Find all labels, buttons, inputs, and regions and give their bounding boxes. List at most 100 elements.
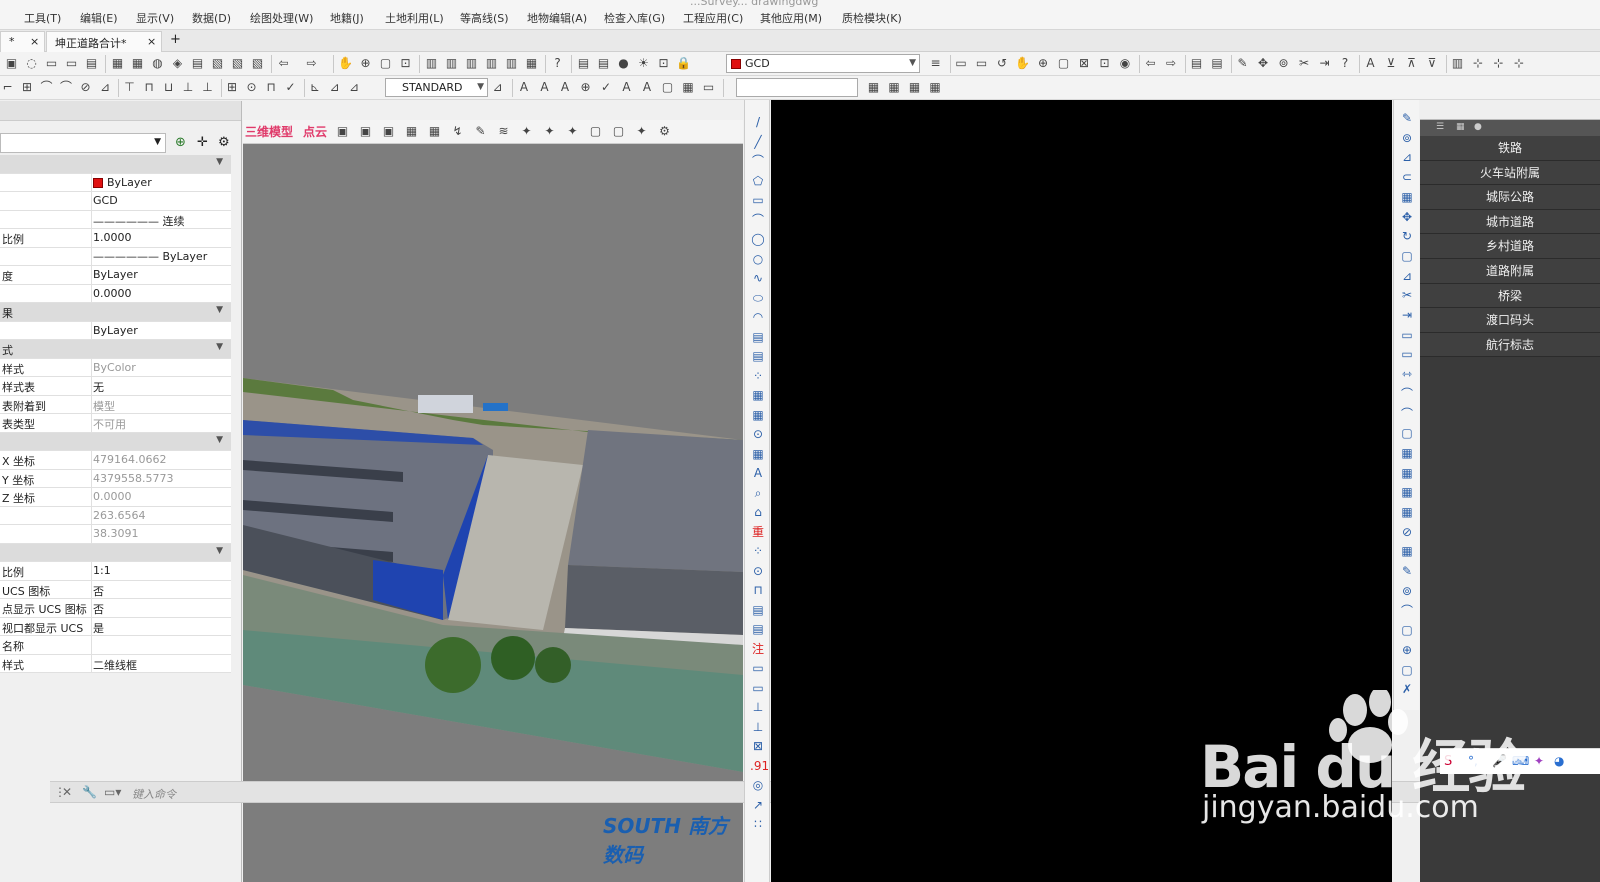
justify-icon[interactable]: A xyxy=(640,80,655,95)
category-item[interactable]: 桥梁 xyxy=(1420,283,1600,309)
property-row[interactable]: —————— 连续 xyxy=(0,210,231,229)
field-icon[interactable]: ▭ xyxy=(701,80,716,95)
property-section-header[interactable]: 式 ▼ xyxy=(0,340,231,359)
tab-previous[interactable]: * × xyxy=(0,31,45,52)
category-item[interactable]: 城际公路 xyxy=(1420,185,1600,210)
copy-icon[interactable]: ⊚ xyxy=(1399,130,1415,146)
layer-icon[interactable]: ▥ xyxy=(484,56,499,71)
selection-combo[interactable]: ▼ xyxy=(0,133,166,153)
ray-icon[interactable]: ╱ xyxy=(750,134,766,150)
circle-icon[interactable]: ◯ xyxy=(750,231,766,247)
3d-model-label[interactable]: 三维模型 xyxy=(245,123,293,140)
property-value-cell[interactable]: —————— 连续 xyxy=(93,213,229,229)
point-cloud-label[interactable]: 点云 xyxy=(303,123,327,140)
polygon-icon[interactable]: ⬠ xyxy=(750,173,766,189)
dim-aligned-icon[interactable]: ⊼ xyxy=(1404,56,1419,71)
dim-quick-icon[interactable]: ⊤ xyxy=(122,80,137,95)
snap-icon[interactable]: ⊹ xyxy=(1471,56,1486,71)
zoom-realtime-icon[interactable]: ⊕ xyxy=(358,56,373,71)
polyline-icon[interactable]: ⌒ xyxy=(750,153,766,169)
tag-icon[interactable]: ⌂ xyxy=(750,504,766,520)
menu-item[interactable]: 土地利用(L) xyxy=(385,10,444,26)
arc-icon[interactable]: ⌒ xyxy=(750,212,766,228)
select-objects-icon[interactable]: ✛ xyxy=(197,135,208,150)
menu-item[interactable]: 工程应用(C) xyxy=(683,10,743,26)
menu-item[interactable]: 检查入库(G) xyxy=(604,10,665,26)
property-row[interactable]: 比例 1.0000 xyxy=(0,229,231,248)
dim-continue-icon[interactable]: ⊔ xyxy=(161,80,176,95)
property-value-cell[interactable]: 否 xyxy=(93,601,229,617)
pan-icon[interactable]: ✋ xyxy=(338,56,353,71)
code-icon[interactable]: ⌕ xyxy=(750,485,766,501)
attribute-icon[interactable]: ▥ xyxy=(444,56,459,71)
modify-icon[interactable]: ▦ xyxy=(1399,543,1415,559)
menu-item[interactable]: 地籍(J) xyxy=(330,10,364,26)
category-item[interactable]: 航行标志 xyxy=(1420,332,1600,358)
text-style-icon[interactable]: A xyxy=(558,80,573,95)
zoom-3-icon[interactable]: ▦ xyxy=(928,80,943,95)
insert-block-icon[interactable]: ▤ xyxy=(750,329,766,345)
new-tab-button[interactable]: + xyxy=(164,31,186,52)
rotate-icon[interactable]: ⊚ xyxy=(1276,56,1291,71)
zoom-icon[interactable]: ⊕ xyxy=(1036,56,1051,71)
close-icon[interactable]: ✕ xyxy=(62,785,72,799)
dim-diameter-icon[interactable]: ⊘ xyxy=(78,80,93,95)
text-icon[interactable]: A xyxy=(1363,56,1378,71)
menu-item[interactable]: 绘图处理(W) xyxy=(250,10,313,26)
text-style-combo[interactable]: STANDARD ▼ xyxy=(385,78,488,97)
pencil-icon[interactable]: ✎ xyxy=(1399,563,1415,579)
zoom-2-icon[interactable]: ▦ xyxy=(907,80,922,95)
revcloud-icon[interactable]: ○ xyxy=(750,251,766,267)
menu-item[interactable]: 编辑(E) xyxy=(80,10,118,26)
layer-combo[interactable]: GCD ▼ xyxy=(726,54,920,73)
preview-icon[interactable]: ▦ xyxy=(130,56,145,71)
open-icon[interactable]: ▣ xyxy=(4,56,19,71)
category-item[interactable]: 火车站附属 xyxy=(1420,160,1600,186)
scale-text-icon[interactable]: A xyxy=(619,80,634,95)
property-row[interactable]: 样式表 无 xyxy=(0,377,231,396)
sun-icon[interactable]: ☀ xyxy=(636,56,651,71)
publish-icon[interactable]: ◈ xyxy=(170,56,185,71)
property-row[interactable]: ByLayer xyxy=(0,321,231,340)
open-icon[interactable]: ▭ xyxy=(954,56,969,71)
move-icon[interactable]: ✥ xyxy=(1256,56,1271,71)
property-section-header[interactable]: ▼ xyxy=(0,543,231,562)
dim-edit-icon[interactable]: ⊾ xyxy=(308,80,323,95)
layer-state-icon[interactable]: ▥ xyxy=(504,56,519,71)
plot-2-icon[interactable]: ▤ xyxy=(750,621,766,637)
polar-icon[interactable]: ⊹ xyxy=(1512,56,1527,71)
snapshot-icon[interactable]: ⊙ xyxy=(750,563,766,579)
table-icon[interactable]: ▦ xyxy=(681,80,696,95)
menu-item[interactable]: 等高线(S) xyxy=(460,10,509,26)
property-value-cell[interactable]: ByLayer xyxy=(93,324,229,337)
dim-baseline-icon[interactable]: ⊓ xyxy=(142,80,157,95)
pin-icon[interactable]: ● xyxy=(1474,122,1482,132)
rectangle-icon[interactable]: ▭ xyxy=(750,192,766,208)
stretch-icon[interactable]: ↗ xyxy=(750,797,766,813)
block-edit-icon[interactable]: ▥ xyxy=(1450,56,1465,71)
region-icon[interactable]: ⊙ xyxy=(750,426,766,442)
chamfer-icon[interactable]: ⌒ xyxy=(1399,386,1415,402)
category-item[interactable]: 城市道路 xyxy=(1420,209,1600,235)
block-icon[interactable]: ▥ xyxy=(424,56,439,71)
scissors-icon[interactable]: ✂ xyxy=(1297,56,1312,71)
stretch-icon[interactable]: ⊿ xyxy=(1399,268,1415,284)
pickadd-icon[interactable]: ⚙ xyxy=(218,135,230,150)
layout-icon[interactable]: ▤ xyxy=(1189,56,1204,71)
property-row[interactable]: 度 ByLayer xyxy=(0,266,231,285)
region-icon[interactable]: ▢ xyxy=(1399,662,1415,678)
dimstyle-icon[interactable]: ⊿ xyxy=(490,80,505,95)
property-value-cell[interactable]: —————— ByLayer xyxy=(93,250,229,263)
command-history-icon[interactable]: ▭▾ xyxy=(104,785,121,799)
annotate-icon[interactable]: 注 xyxy=(750,641,766,657)
menu-item[interactable]: 质检模块(K) xyxy=(842,10,902,26)
category-item[interactable]: 乡村道路 xyxy=(1420,234,1600,259)
zoom-all-icon[interactable]: ⊡ xyxy=(1097,56,1112,71)
pan-icon[interactable]: ✋ xyxy=(1015,56,1030,71)
category-item[interactable]: 道路附属 xyxy=(1420,258,1600,284)
line-icon[interactable]: / xyxy=(750,114,766,130)
make-block-icon[interactable]: ▤ xyxy=(750,348,766,364)
back-icon[interactable]: ⇦ xyxy=(1143,56,1158,71)
3d-chart-icon[interactable]: ▦ xyxy=(404,124,419,139)
dim-center-icon[interactable]: ⊥ xyxy=(200,80,215,95)
